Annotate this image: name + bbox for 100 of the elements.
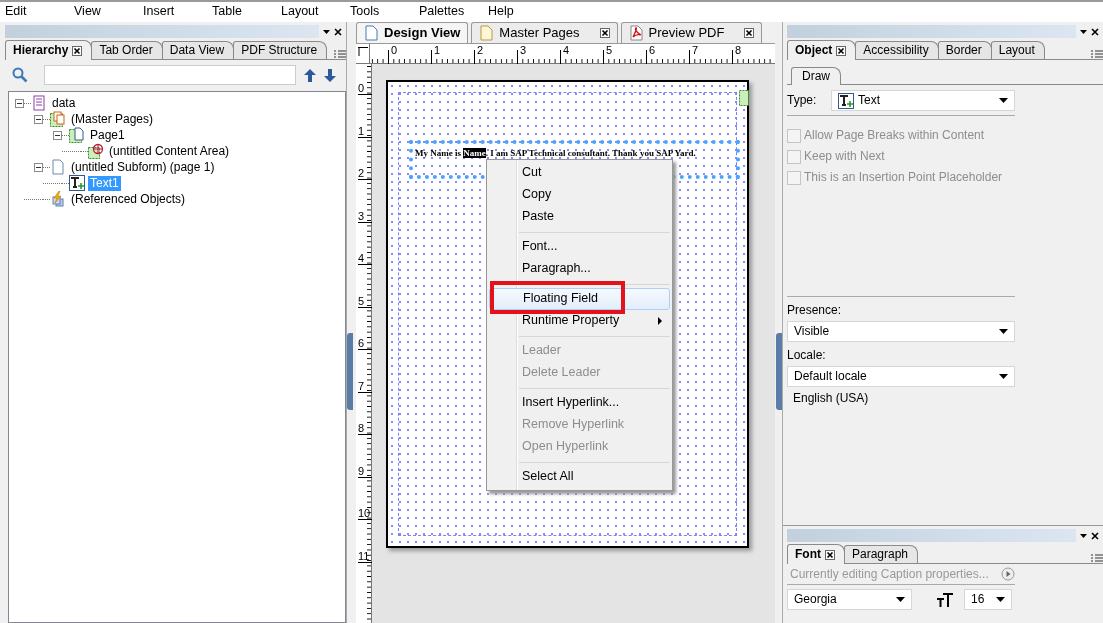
ruler-number: 10: [357, 507, 371, 519]
ruler-corner-icon[interactable]: [357, 47, 368, 56]
ruler-number: 6: [357, 337, 366, 349]
expand-toggle[interactable]: [34, 162, 43, 172]
tree-item[interactable]: data: [50, 95, 78, 111]
dropdown-icon[interactable]: [1080, 29, 1087, 34]
font-dropdown[interactable]: Georgia: [787, 589, 912, 610]
tree-item[interactable]: (Master Pages): [69, 111, 156, 127]
menu-item[interactable]: Cut: [489, 162, 670, 184]
arrow-down-icon[interactable]: [324, 68, 336, 82]
tree-item[interactable]: (Referenced Objects): [69, 191, 188, 207]
content-area-marker-icon: [739, 90, 749, 106]
collapse-handle[interactable]: [776, 333, 782, 410]
page-icon: [50, 159, 66, 175]
caret-icon: [996, 597, 1005, 602]
menu-item[interactable]: Insert: [138, 4, 207, 20]
ruler-number: 8: [734, 44, 742, 58]
tab[interactable]: Preview PDF: [620, 22, 763, 43]
close-icon[interactable]: [744, 28, 755, 38]
font-size-icon: [936, 592, 954, 607]
pages-icon: [50, 111, 66, 127]
pdf-icon: [628, 25, 643, 41]
dropdown-icon[interactable]: [1080, 533, 1087, 538]
close-icon[interactable]: [1091, 27, 1099, 36]
list-icon[interactable]: [1091, 554, 1103, 563]
locale-dropdown[interactable]: Default locale: [787, 366, 1015, 387]
menu-item[interactable]: Palettes: [414, 4, 483, 20]
menu-item[interactable]: Copy: [489, 184, 670, 206]
ruler-number: 5: [357, 294, 366, 307]
expand-toggle[interactable]: [15, 98, 24, 108]
tree-item[interactable]: (untitled Content Area): [107, 143, 232, 159]
font-size-dropdown[interactable]: 16: [964, 589, 1012, 610]
close-icon[interactable]: [334, 27, 342, 36]
arrow-up-icon[interactable]: [304, 68, 316, 82]
tab[interactable]: Object: [787, 40, 857, 60]
search-icon[interactable]: [12, 67, 28, 83]
caret-icon: [896, 597, 905, 602]
ruler-number: 2: [476, 44, 484, 58]
menu-item[interactable]: Insert Hyperlink...: [489, 392, 670, 414]
tab[interactable]: Accessibility: [855, 41, 939, 59]
close-icon[interactable]: [836, 45, 847, 56]
collapse-handle[interactable]: [347, 333, 353, 410]
tab[interactable]: Layout: [990, 41, 1045, 59]
locale-detail: English (USA): [793, 391, 870, 406]
field-label: Locale:: [787, 348, 827, 363]
caret-icon: [999, 98, 1008, 103]
tree-item[interactable]: (untitled Subform) (page 1): [69, 159, 217, 175]
list-icon[interactable]: [1091, 50, 1103, 59]
ruler-number: 1: [433, 44, 441, 58]
document-icon: [31, 95, 47, 111]
tab[interactable]: Draw: [791, 67, 841, 85]
ruler-number: 3: [357, 209, 366, 222]
checkbox-label: Keep with Next: [804, 149, 885, 164]
menu-item[interactable]: Runtime Property: [489, 310, 670, 332]
tab[interactable]: Tab Order: [91, 41, 163, 59]
text-content: My Name is Name. I am SAP Technical consultant. Thank you SAP Yard.: [415, 148, 697, 160]
menu-item[interactable]: Paste: [489, 206, 670, 228]
menu-item[interactable]: Select All: [489, 466, 670, 488]
tab[interactable]: Hierarchy: [5, 40, 93, 60]
menu-item[interactable]: Layout: [276, 4, 345, 20]
list-icon[interactable]: [334, 50, 346, 59]
tab[interactable]: Data View: [161, 41, 235, 59]
dropdown-icon[interactable]: [323, 29, 330, 34]
ruler-number: 9: [357, 464, 366, 477]
field-label: Type:: [787, 93, 818, 108]
ruler-number: 8: [357, 422, 366, 434]
tab[interactable]: Paragraph: [844, 545, 919, 563]
caret-icon: [999, 374, 1008, 379]
menu-item[interactable]: Tools: [345, 4, 414, 20]
page-icon: [364, 25, 378, 41]
play-icon[interactable]: [1001, 567, 1015, 581]
close-icon[interactable]: [72, 45, 83, 56]
tree-item[interactable]: Page1: [88, 127, 127, 143]
tab[interactable]: Design View: [356, 22, 469, 43]
tab[interactable]: Master Pages: [471, 22, 618, 43]
tab[interactable]: Border: [937, 41, 992, 59]
menu-item[interactable]: View: [69, 4, 138, 20]
close-icon[interactable]: [599, 28, 610, 38]
text-field-icon: [838, 92, 854, 109]
target-icon: [88, 143, 104, 159]
menu-item[interactable]: Font...: [489, 236, 670, 258]
menu-item[interactable]: Edit: [0, 4, 69, 20]
expand-toggle[interactable]: [34, 114, 43, 124]
search-field[interactable]: [44, 65, 296, 85]
close-icon[interactable]: [1091, 531, 1099, 540]
expand-toggle[interactable]: [53, 130, 62, 140]
close-icon[interactable]: [825, 549, 835, 560]
page-icon: [69, 127, 85, 143]
menu-item[interactable]: Paragraph...: [489, 258, 670, 280]
menu-item[interactable]: Floating Field: [489, 288, 670, 310]
presence-dropdown[interactable]: Visible: [787, 321, 1015, 342]
ruler-number: 4: [562, 44, 570, 58]
menu-item[interactable]: Table: [207, 4, 276, 20]
type-dropdown[interactable]: Text: [831, 90, 1015, 111]
page-icon: [479, 25, 494, 41]
tab[interactable]: PDF Structure: [233, 41, 328, 59]
text-field-icon: [69, 175, 85, 191]
menu-item[interactable]: Help: [483, 4, 552, 20]
lightning-icon: [50, 191, 66, 207]
tab[interactable]: Font: [787, 544, 845, 564]
